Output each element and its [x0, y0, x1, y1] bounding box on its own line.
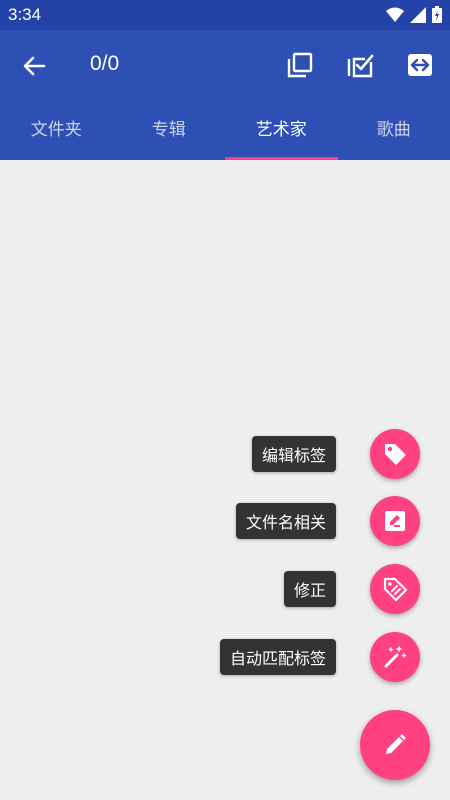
fab-item-filename[interactable]: 文件名相关 — [235, 496, 420, 546]
tag-icon — [385, 444, 406, 465]
tab-bar: 文件夹 专辑 艺术家 歌曲 — [0, 100, 450, 160]
fab-label-filename[interactable]: 文件名相关 — [235, 503, 336, 539]
fab-item-fix[interactable]: 修正 — [283, 564, 420, 614]
back-arrow-icon[interactable] — [20, 52, 48, 80]
status-icons — [386, 6, 442, 23]
tab-albums[interactable]: 专辑 — [113, 100, 226, 160]
tab-folders[interactable]: 文件夹 — [0, 100, 113, 160]
edit-box-icon — [385, 511, 405, 531]
copy-icon[interactable] — [285, 50, 315, 80]
fix-button[interactable] — [370, 564, 420, 614]
fab-item-auto-match[interactable]: 自动匹配标签 — [219, 632, 420, 682]
artist-list — [0, 160, 450, 800]
tab-songs[interactable]: 歌曲 — [338, 100, 450, 160]
wifi-icon — [386, 7, 404, 22]
battery-icon — [432, 6, 442, 23]
fab-label-edit-tags[interactable]: 编辑标签 — [251, 436, 336, 472]
app-bar: 0/0 — [0, 30, 450, 100]
swap-horizontal-icon[interactable] — [405, 50, 435, 80]
pencil-icon — [386, 734, 406, 754]
fab-label-fix[interactable]: 修正 — [283, 571, 336, 607]
selection-counter: 0/0 — [90, 52, 120, 75]
select-all-icon[interactable] — [345, 50, 375, 80]
fab-label-auto-match[interactable]: 自动匹配标签 — [219, 639, 336, 675]
fab-item-edit-tags[interactable]: 编辑标签 — [251, 429, 420, 479]
tab-artists[interactable]: 艺术家 — [225, 100, 338, 160]
edit-tags-button[interactable] — [370, 429, 420, 479]
status-time: 3:34 — [8, 5, 42, 24]
main-edit-fab[interactable] — [360, 710, 430, 780]
auto-match-button[interactable] — [370, 632, 420, 682]
filename-button[interactable] — [370, 496, 420, 546]
tag-fix-icon — [383, 577, 408, 602]
magic-wand-icon — [384, 646, 407, 668]
signal-icon — [410, 6, 426, 23]
status-bar: 3:34 — [0, 0, 450, 30]
